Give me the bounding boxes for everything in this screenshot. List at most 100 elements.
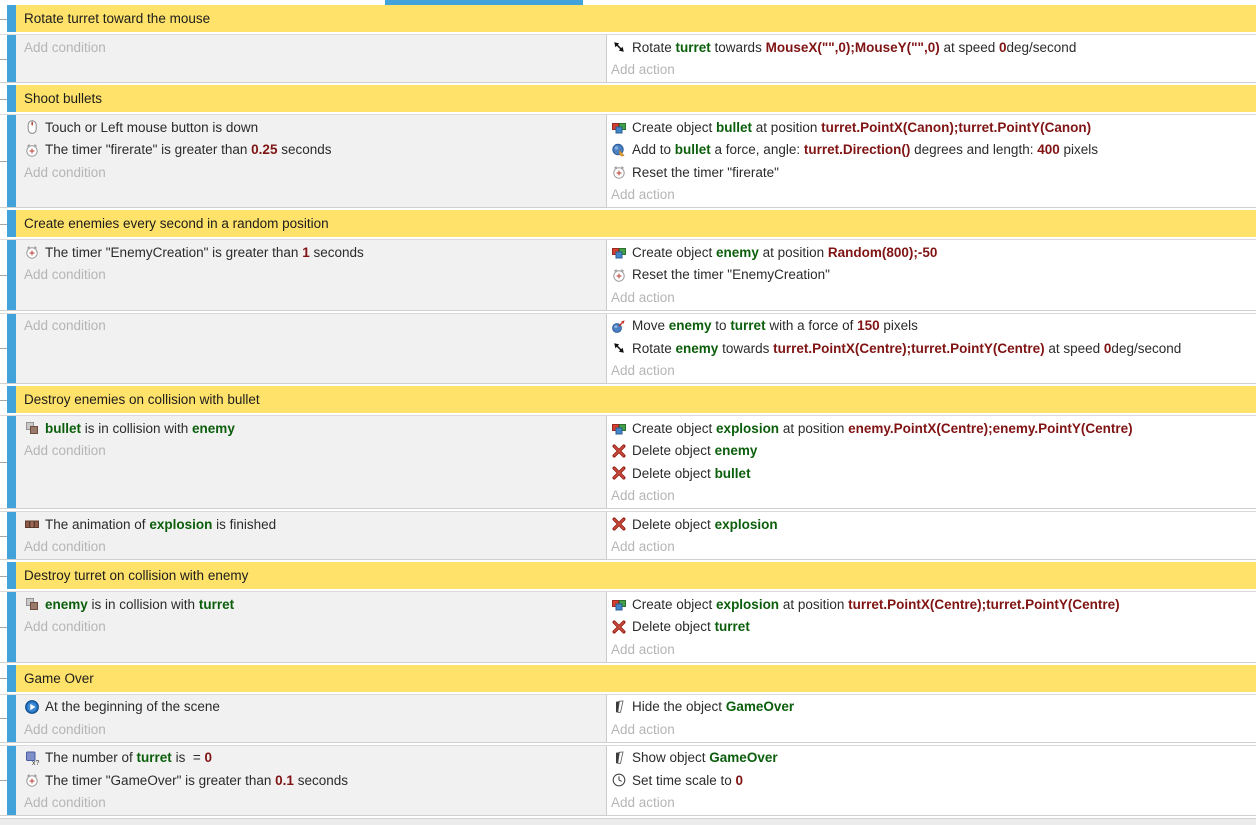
action-text-segment: deg/second [1007, 40, 1077, 55]
add-condition-button[interactable]: Add condition [24, 36, 606, 59]
add-condition-button[interactable]: Add condition [24, 792, 606, 815]
action-text-segment: Delete object [632, 517, 715, 532]
event-group-header-bar[interactable]: Destroy turret on collision with enemy [16, 562, 1256, 589]
action-line[interactable]: Delete object explosion [611, 513, 1256, 536]
add-action-button[interactable]: Add action [611, 184, 1256, 207]
condition-line[interactable]: The timer "EnemyCreation" is greater tha… [24, 241, 606, 264]
event-group-header[interactable]: Game Over [0, 665, 1256, 692]
condition-line[interactable]: The timer "GameOver" is greater than 0.1… [24, 769, 606, 792]
action-line[interactable]: Create object explosion at position turr… [611, 593, 1256, 616]
event-selection-bar[interactable] [7, 592, 16, 662]
event-group-header-bar[interactable]: Create enemies every second in a random … [16, 210, 1256, 237]
action-text-segment: bullet [716, 120, 752, 135]
add-action-button[interactable]: Add action [611, 59, 1256, 82]
event-group-header[interactable]: Destroy enemies on collision with bullet [0, 386, 1256, 413]
action-line[interactable]: Reset the timer "EnemyCreation" [611, 264, 1256, 287]
event-group-header-bar[interactable]: Shoot bullets [16, 85, 1256, 112]
actions-panel: Delete object explosionAdd action [607, 512, 1256, 559]
event-gutter [0, 240, 7, 310]
action-line[interactable]: Move enemy to turret with a force of 150… [611, 315, 1256, 338]
rotate-icon [611, 39, 627, 55]
event-selection-bar[interactable] [7, 35, 16, 82]
condition-text-segment: 0 [204, 750, 212, 765]
event-selection-bar[interactable] [7, 746, 16, 816]
add-condition-button[interactable]: Add condition [24, 616, 606, 639]
event-rule: The animation of explosion is finishedAd… [0, 511, 1256, 560]
condition-line[interactable]: x?The number of turret is = 0 [24, 747, 606, 770]
add-condition-button[interactable]: Add condition [24, 718, 606, 741]
event-selection-bar[interactable] [7, 5, 16, 32]
action-line[interactable]: Reset the timer "firerate" [611, 161, 1256, 184]
action-text-segment: degrees and length: [910, 142, 1037, 157]
event-group-header[interactable]: Rotate turret toward the mouse [0, 5, 1256, 32]
add-condition-button[interactable]: Add condition [24, 161, 606, 184]
actions-panel: Rotate turret towards MouseX("",0);Mouse… [607, 35, 1256, 82]
add-action-button[interactable]: Add action [611, 360, 1256, 383]
event-selection-bar[interactable] [7, 115, 16, 207]
action-line[interactable]: Add to bullet a force, angle: turret.Dir… [611, 139, 1256, 162]
event-selection-bar[interactable] [7, 665, 16, 692]
event-selection-bar[interactable] [7, 562, 16, 589]
event-selection-bar[interactable] [7, 210, 16, 237]
condition-text-segment: is = [172, 750, 205, 765]
add-condition-button[interactable]: Add condition [24, 264, 606, 287]
add-action-button[interactable]: Add action [611, 485, 1256, 508]
event-selection-bar[interactable] [7, 240, 16, 310]
action-text-segment: enemy [715, 443, 758, 458]
condition-text-segment: bullet [45, 421, 81, 436]
timer-icon [24, 772, 40, 788]
condition-line[interactable]: At the beginning of the scene [24, 696, 606, 719]
event-group-title: Create enemies every second in a random … [24, 216, 329, 231]
condition-line[interactable]: The timer "firerate" is greater than 0.2… [24, 139, 606, 162]
action-line[interactable]: Delete object enemy [611, 440, 1256, 463]
collision-icon [24, 420, 40, 436]
action-line[interactable]: Rotate turret towards MouseX("",0);Mouse… [611, 36, 1256, 59]
event-gutter [0, 115, 7, 207]
add-action-button[interactable]: Add action [611, 792, 1256, 815]
action-line[interactable]: Create object bullet at position turret.… [611, 116, 1256, 139]
event-selection-bar[interactable] [7, 695, 16, 742]
add-condition-button[interactable]: Add condition [24, 315, 606, 338]
action-line[interactable]: Set time scale to 0 [611, 769, 1256, 792]
action-text-segment: turret.PointX(Canon);turret.PointY(Canon… [821, 120, 1091, 135]
create-object-icon [611, 596, 627, 612]
action-line[interactable]: Create object explosion at position enem… [611, 417, 1256, 440]
action-line[interactable]: Show object GameOver [611, 747, 1256, 770]
event-selection-bar[interactable] [7, 85, 16, 112]
delete-icon [611, 619, 627, 635]
event-group-header-bar[interactable]: Rotate turret toward the mouse [16, 5, 1256, 32]
event-group-header[interactable]: Shoot bullets [0, 85, 1256, 112]
condition-line[interactable]: The animation of explosion is finished [24, 513, 606, 536]
add-action-button[interactable]: Add action [611, 638, 1256, 661]
event-group-header-bar[interactable]: Destroy enemies on collision with bullet [16, 386, 1256, 413]
condition-line[interactable]: enemy is in collision with turret [24, 593, 606, 616]
action-line[interactable]: Rotate enemy towards turret.PointX(Centr… [611, 337, 1256, 360]
time-scale-icon [611, 772, 627, 788]
add-action-button[interactable]: Add action [611, 536, 1256, 559]
action-line[interactable]: Hide the object GameOver [611, 696, 1256, 719]
add-condition-button[interactable]: Add condition [24, 536, 606, 559]
action-line[interactable]: Delete object turret [611, 616, 1256, 639]
condition-line[interactable]: bullet is in collision with enemy [24, 417, 606, 440]
event-selection-bar[interactable] [7, 386, 16, 413]
add-condition-button[interactable]: Add condition [24, 440, 606, 463]
event-group-header[interactable]: Destroy turret on collision with enemy [0, 562, 1256, 589]
visibility-icon [611, 750, 627, 766]
event-selection-bar[interactable] [7, 416, 16, 508]
action-text-segment: GameOver [709, 750, 777, 765]
action-text-segment: Create object [632, 120, 716, 135]
event-group-header-bar[interactable]: Game Over [16, 665, 1256, 692]
actions-panel: Hide the object GameOverAdd action [607, 695, 1256, 742]
add-action-button[interactable]: Add action [611, 286, 1256, 309]
condition-line[interactable]: Touch or Left mouse button is down [24, 116, 606, 139]
event-group-header[interactable]: Create enemies every second in a random … [0, 210, 1256, 237]
timer-icon [24, 142, 40, 158]
event-rule: At the beginning of the sceneAdd conditi… [0, 694, 1256, 743]
action-line[interactable]: Delete object bullet [611, 462, 1256, 485]
event-selection-bar[interactable] [7, 314, 16, 384]
add-action-button[interactable]: Add action [611, 718, 1256, 741]
action-text-segment: Reset the timer "EnemyCreation" [632, 267, 830, 282]
action-line[interactable]: Create object enemy at position Random(8… [611, 241, 1256, 264]
event-selection-bar[interactable] [7, 512, 16, 559]
move-icon [611, 318, 627, 334]
